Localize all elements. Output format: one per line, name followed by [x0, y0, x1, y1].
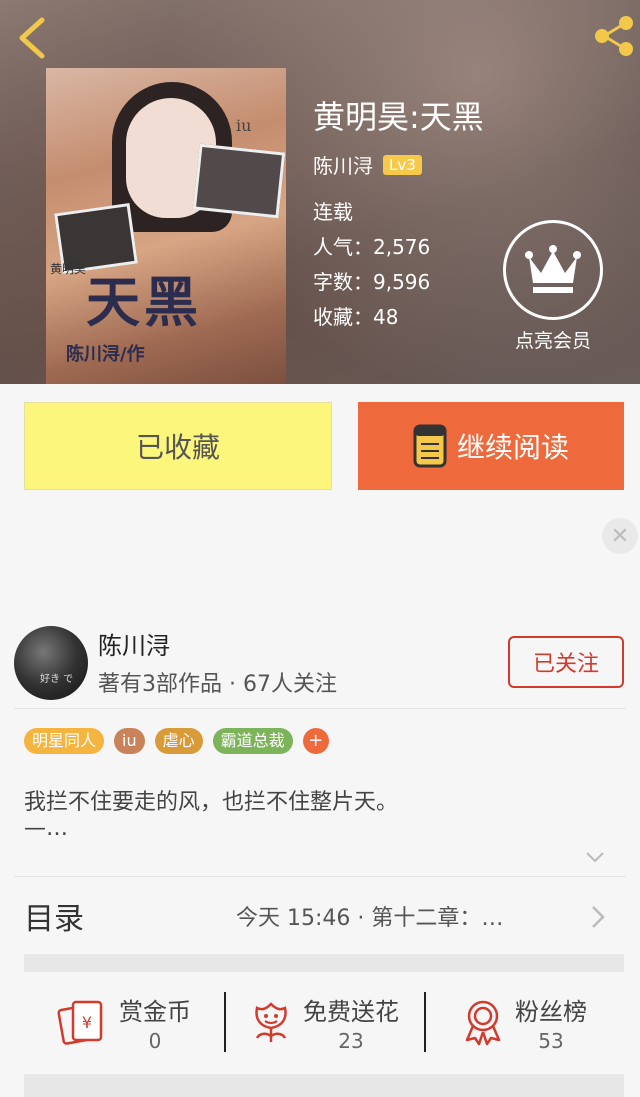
description-line-2: —… [24, 816, 68, 841]
book-author[interactable]: 陈川浔 [313, 150, 373, 179]
cover-author-art: 陈川浔/作 [66, 344, 145, 365]
toc-latest-update: 今天 15:46 · 第十二章：… [236, 906, 504, 931]
description-line-1: 我拦不住要走的风，也拦不住整片天。 [24, 790, 399, 815]
fan-ranking-label: 粉丝榜 [515, 997, 587, 1026]
share-button[interactable] [592, 14, 636, 58]
share-icon [595, 16, 633, 56]
book-cover[interactable]: iu 黄明昊 天黑 陈川浔/作 [46, 68, 286, 384]
avatar[interactable]: 好き で [14, 626, 88, 700]
reward-coins-label: 赏金币 [119, 997, 191, 1026]
fan-ranking-button[interactable]: 粉丝榜 53 [424, 972, 624, 1072]
flower-icon [255, 1002, 287, 1042]
back-button[interactable] [14, 16, 50, 60]
reward-coins-value: 0 [148, 1028, 162, 1053]
cover-small-text: 黄明昊 [50, 262, 87, 276]
favorited-button[interactable]: 已收藏 [24, 402, 332, 490]
chevron-left-icon [19, 17, 45, 59]
book-favorites: 收藏：48 [313, 305, 399, 329]
tag-2[interactable]: 虐心 [154, 728, 203, 754]
tag-list: 明星同人 iu 虐心 霸道总裁 + [24, 728, 329, 754]
favorited-label: 已收藏 [135, 431, 220, 464]
follow-label: 已关注 [532, 652, 599, 677]
vip-label: 点亮会员 [514, 330, 591, 352]
send-flower-value: 23 [338, 1028, 364, 1053]
follow-button[interactable]: 已关注 [508, 636, 624, 688]
tag-1[interactable]: iu [114, 728, 145, 754]
book-icon [413, 424, 447, 468]
cover-iu-text: iu [236, 116, 252, 135]
section-separator [24, 954, 624, 972]
fan-ranking-value: 53 [538, 1028, 564, 1053]
expand-description-button[interactable] [584, 846, 606, 868]
continue-reading-label: 继续阅读 [456, 431, 569, 464]
avatar-text: 好き で [40, 674, 74, 685]
chevron-right-icon [592, 906, 605, 928]
close-button[interactable]: ✕ [602, 518, 638, 554]
send-flower-label: 免费送花 [303, 997, 399, 1026]
crown-icon [525, 245, 581, 293]
book-popularity: 人气：2,576 [313, 235, 431, 259]
continue-reading-button[interactable]: 继续阅读 [358, 402, 624, 490]
chevron-down-icon [586, 852, 604, 863]
cover-title-art: 天黑 [86, 270, 202, 334]
divider [14, 708, 626, 709]
table-of-contents-row[interactable]: 目录 今天 15:46 · 第十二章：… [0, 878, 640, 950]
vip-button[interactable]: 点亮会员 [500, 220, 606, 353]
author-stats: 著有3部作品 · 67人关注 [98, 672, 337, 697]
book-author-row: 陈川浔 Lv3 [313, 150, 422, 179]
book-word-count: 字数：9,596 [313, 270, 431, 294]
add-tag-button[interactable]: + [302, 728, 329, 754]
tag-0[interactable]: 明星同人 [24, 728, 105, 754]
red-envelope-icon: ¥ [57, 1000, 103, 1045]
divider [14, 876, 626, 877]
author-card: 好き で 陈川浔 著有3部作品 · 67人关注 已关注 [0, 616, 640, 706]
medal-icon [465, 1000, 501, 1046]
author-name[interactable]: 陈川浔 [98, 626, 170, 661]
tag-3[interactable]: 霸道总裁 [212, 728, 293, 754]
level-badge: Lv3 [383, 154, 422, 175]
svg-text:¥: ¥ [82, 1013, 92, 1032]
book-title: 黄明昊:天黑 [313, 98, 484, 136]
reward-coins-button[interactable]: ¥ 赏金币 0 [24, 972, 224, 1072]
book-status: 连载 [313, 200, 353, 224]
close-icon: ✕ [610, 523, 630, 549]
section-separator [24, 1074, 624, 1097]
support-stats: ¥ 赏金币 0 免费送花 23 粉丝榜 53 [24, 972, 624, 1072]
book-header: iu 黄明昊 天黑 陈川浔/作 黄明昊:天黑 陈川浔 Lv3 连载 人气：2,5… [0, 0, 640, 384]
toc-label: 目录 [24, 902, 84, 937]
send-flower-button[interactable]: 免费送花 23 [224, 972, 424, 1072]
